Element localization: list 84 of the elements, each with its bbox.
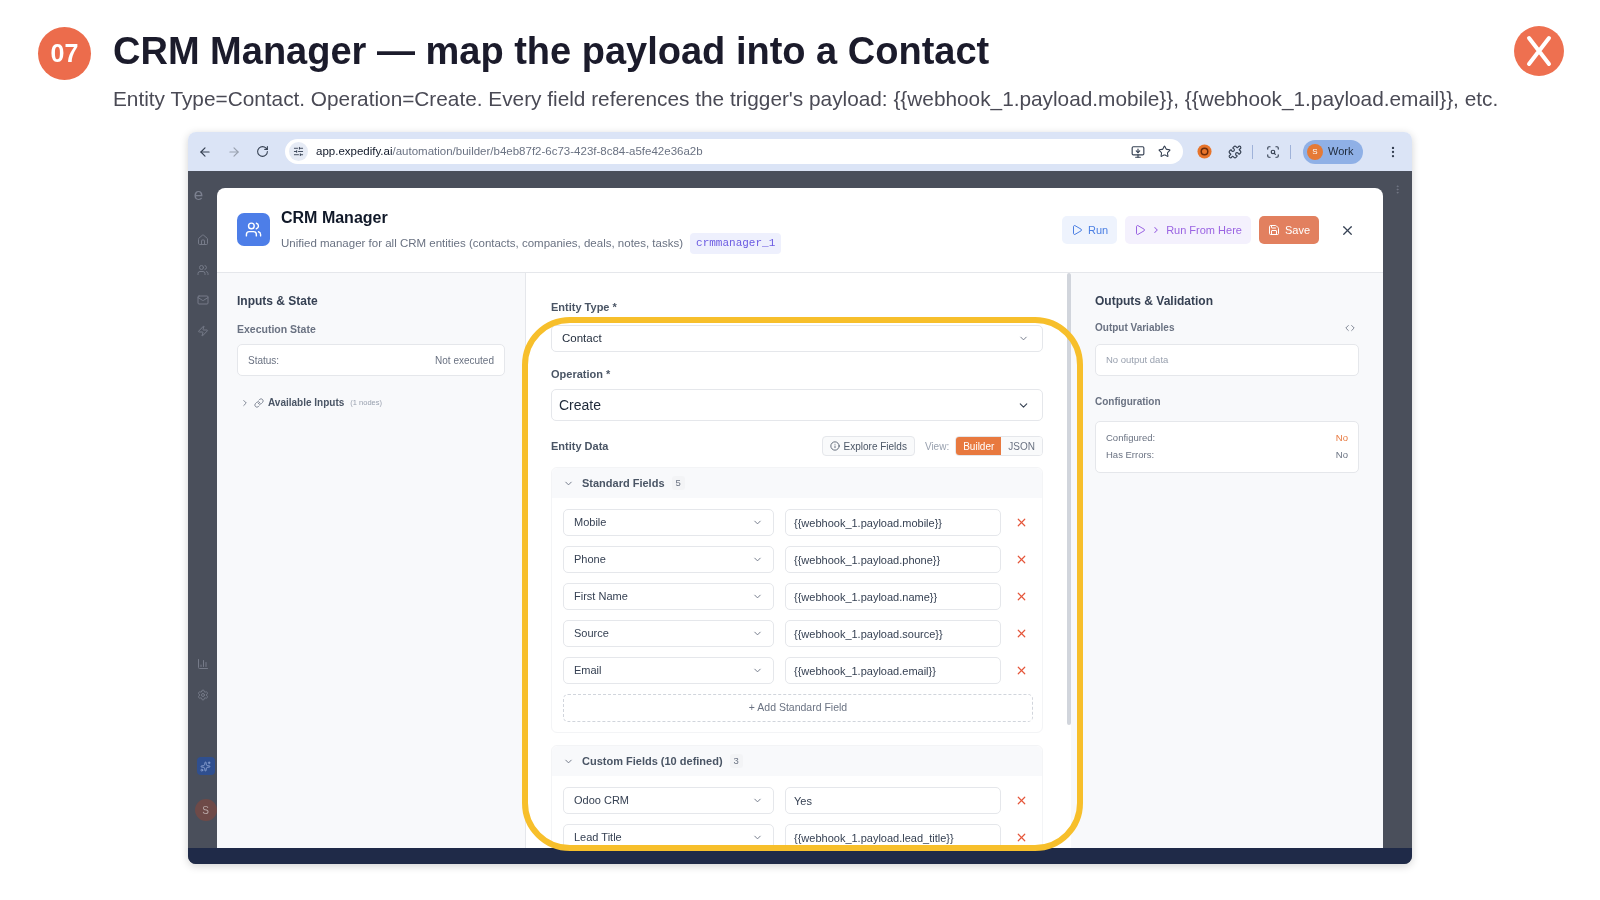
slide-title: CRM Manager — map the payload into a Contact <box>113 29 991 74</box>
run-from-here-button[interactable]: Run From Here <box>1125 216 1251 244</box>
extension-icon[interactable] <box>1197 144 1212 159</box>
field-select[interactable]: Phone <box>563 546 774 573</box>
field-label: Entity Type * <box>551 300 618 314</box>
chart-icon <box>196 658 209 670</box>
field-select[interactable]: Source <box>563 620 774 647</box>
panel-title: Outputs & Validation <box>1095 294 1214 309</box>
config-value: No <box>1335 431 1348 445</box>
modal-description: Unified manager for all CRM entities (contacts, companies, deals, notes, tasks) <box>281 235 684 251</box>
entity-type-select[interactable]: Contact <box>551 325 1043 352</box>
reload-icon[interactable] <box>256 145 269 158</box>
info-icon <box>829 441 840 451</box>
remove-icon[interactable] <box>1015 831 1028 844</box>
operation-select[interactable]: Create <box>551 389 1043 421</box>
status-value: Not executed <box>435 353 494 368</box>
section-label: Execution State <box>237 322 317 336</box>
step-number-badge: 07 <box>38 27 91 80</box>
count-badge: 5 <box>671 475 685 491</box>
view-toggle-tab[interactable]: JSON <box>1001 437 1042 455</box>
run-button[interactable]: Run <box>1061 216 1118 244</box>
install-icon[interactable] <box>1131 144 1145 159</box>
mail-icon <box>196 294 209 306</box>
play-icon <box>1070 224 1083 236</box>
profile-avatar: S <box>1307 143 1323 160</box>
explore-fields-button[interactable]: Explore Fields <box>821 436 915 456</box>
slide-subtitle: Entity Type=Contact. Operation=Create. Every field references the trigger's payload: {{webhook_1.payload.mobile}}, {{webhook_1.payload.email}}, etc. <box>113 86 1500 112</box>
link-icon <box>254 397 264 408</box>
star-icon[interactable] <box>1158 145 1171 158</box>
remove-icon[interactable] <box>1015 516 1028 529</box>
brand-logo <box>1514 26 1564 76</box>
config-label: Configured: <box>1106 431 1156 445</box>
config-value: No <box>1335 448 1348 463</box>
settings-icon <box>196 689 209 701</box>
address-bar[interactable]: app.expedify.ai/automation/builder/b4eb87f2-6c73-423f-8c84-a5fe42e36a2b <box>285 139 1183 164</box>
field-select[interactable]: Odoo CRM <box>563 787 774 814</box>
field-select[interactable]: Email <box>563 657 774 684</box>
section-label: Output Variables <box>1095 321 1175 335</box>
remove-icon[interactable] <box>1015 664 1028 677</box>
view-label: View: <box>924 439 950 454</box>
value-input[interactable]: {{webhook_1.payload.lead_title}} <box>785 824 1001 848</box>
value-input[interactable]: {{webhook_1.payload.mobile}} <box>785 509 1001 536</box>
section-title: Custom Fields (10 defined) <box>582 753 723 769</box>
add-field-button[interactable]: + Add Standard Field <box>563 694 1033 722</box>
home-icon <box>196 234 209 246</box>
status-label: Status: <box>248 353 280 368</box>
remove-icon[interactable] <box>1015 590 1028 603</box>
chevron-right-icon[interactable] <box>240 397 250 408</box>
field-select[interactable]: Lead Title <box>563 824 774 848</box>
back-icon[interactable] <box>198 144 212 159</box>
remove-icon[interactable] <box>1015 794 1028 807</box>
available-inputs-label[interactable]: Available Inputs <box>268 395 345 410</box>
field-select[interactable]: Mobile <box>563 509 774 536</box>
puzzle-icon[interactable] <box>1228 144 1242 159</box>
panel-title: Inputs & State <box>237 294 319 309</box>
section-label: Configuration <box>1095 395 1162 409</box>
value-input[interactable]: Yes <box>785 787 1001 814</box>
node-id-chip: crmmanager_1 <box>690 233 782 254</box>
section-title: Standard Fields <box>582 475 665 491</box>
value-input[interactable]: {{webhook_1.payload.email}} <box>785 657 1001 684</box>
user-avatar: S <box>194 799 217 821</box>
count-badge: 3 <box>729 753 743 769</box>
sparkle-tile-icon <box>196 757 215 775</box>
field-label: Entity Data <box>551 438 609 454</box>
url-text: app.expedify.ai/automation/builder/b4eb87f2-6c73-423f-8c84-a5fe42e36a2b <box>316 143 703 159</box>
empty-state-text: No output data <box>1106 352 1169 367</box>
modal-title: CRM Manager <box>281 208 389 228</box>
site-settings-icon[interactable] <box>289 142 308 161</box>
forward-icon[interactable] <box>227 144 241 159</box>
value-input[interactable]: {{webhook_1.payload.phone}} <box>785 546 1001 573</box>
value-input[interactable]: {{webhook_1.payload.source}} <box>785 620 1001 647</box>
field-label: Operation * <box>551 367 612 381</box>
users-icon <box>196 264 209 276</box>
remove-icon[interactable] <box>1015 553 1028 566</box>
field-select[interactable]: First Name <box>563 583 774 610</box>
profile-chip[interactable]: S Work <box>1303 139 1364 164</box>
users-icon <box>237 213 270 246</box>
config-label: Has Errors: <box>1106 448 1155 463</box>
value-input[interactable]: {{webhook_1.payload.name}} <box>785 583 1001 610</box>
play-icon <box>1134 224 1147 236</box>
remove-icon[interactable] <box>1015 627 1028 640</box>
code-icon[interactable] <box>1345 323 1355 333</box>
tab-search-icon[interactable] <box>1266 144 1280 159</box>
lightning-icon <box>196 325 209 337</box>
